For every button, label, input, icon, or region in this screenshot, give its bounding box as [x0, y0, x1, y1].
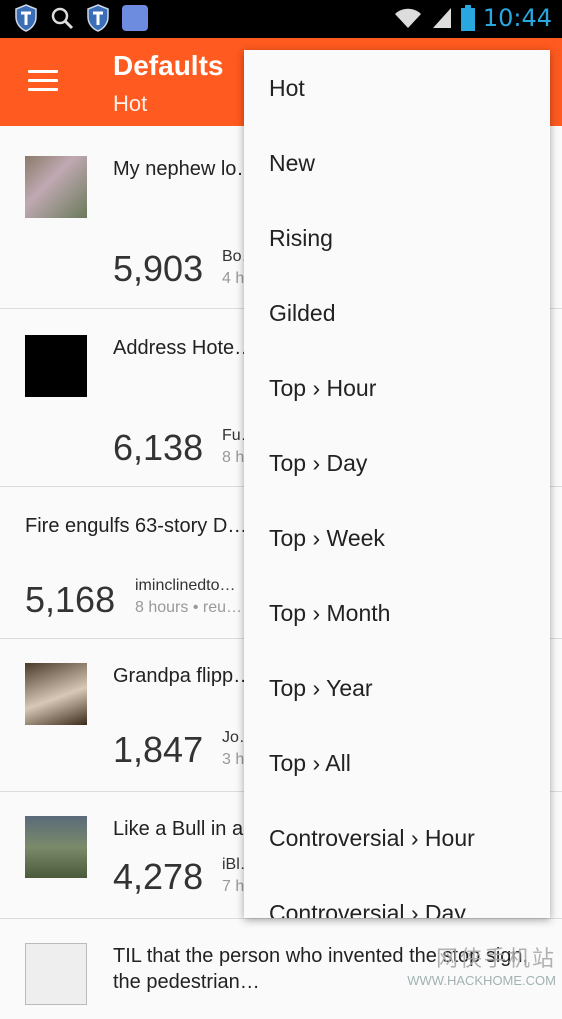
post-score: 1,847: [113, 729, 204, 770]
post-score: 5,903: [113, 248, 204, 289]
wifi-icon: [394, 8, 421, 28]
menu-item-top-week[interactable]: Top › Week: [244, 501, 550, 576]
post-score: 5,168: [25, 579, 116, 620]
sort-dropdown-menu: Hot New Rising Gilded Top › Hour Top › D…: [244, 50, 550, 918]
post-score: 4,278: [113, 856, 204, 897]
watermark-text: 网侠手机站: [435, 946, 556, 971]
search-icon: [51, 7, 74, 30]
menu-item-new[interactable]: New: [244, 126, 550, 201]
post-meta: 8 hours • reu…: [135, 599, 242, 616]
sort-subtitle[interactable]: Hot: [113, 91, 147, 117]
shield-icon: [15, 4, 37, 32]
post-score: 6,138: [113, 427, 204, 468]
watermark-url: WWW.HACKHOME.COM: [407, 973, 556, 988]
menu-item-top-month[interactable]: Top › Month: [244, 576, 550, 651]
menu-item-top-day[interactable]: Top › Day: [244, 426, 550, 501]
signal-icon: [432, 8, 451, 28]
post-title[interactable]: Like a Bull in a…: [113, 816, 263, 842]
baidu-icon: [122, 5, 148, 31]
page-title: Defaults: [113, 50, 224, 81]
post-thumbnail[interactable]: [25, 156, 87, 218]
menu-item-top-all[interactable]: Top › All: [244, 726, 550, 801]
battery-icon: [460, 5, 475, 31]
menu-icon[interactable]: [28, 70, 58, 92]
menu-item-controversial-day[interactable]: Controversial › Day: [244, 876, 550, 918]
post-thumbnail[interactable]: [25, 335, 87, 397]
menu-item-controversial-hour[interactable]: Controversial › Hour: [244, 801, 550, 876]
post-thumbnail[interactable]: [25, 663, 87, 725]
menu-item-hot[interactable]: Hot: [244, 50, 550, 126]
watermark: 网侠手机站 WWW.HACKHOME.COM: [407, 941, 556, 988]
menu-item-gilded[interactable]: Gilded: [244, 276, 550, 351]
shield-icon: [87, 4, 109, 32]
post-thumbnail[interactable]: [25, 816, 87, 878]
menu-item-top-hour[interactable]: Top › Hour: [244, 351, 550, 426]
menu-item-top-year[interactable]: Top › Year: [244, 651, 550, 726]
clock: 10:44: [482, 4, 552, 32]
post-author: iminclinedto…: [135, 577, 236, 594]
status-bar: 10:44: [0, 0, 562, 38]
menu-item-rising[interactable]: Rising: [244, 201, 550, 276]
